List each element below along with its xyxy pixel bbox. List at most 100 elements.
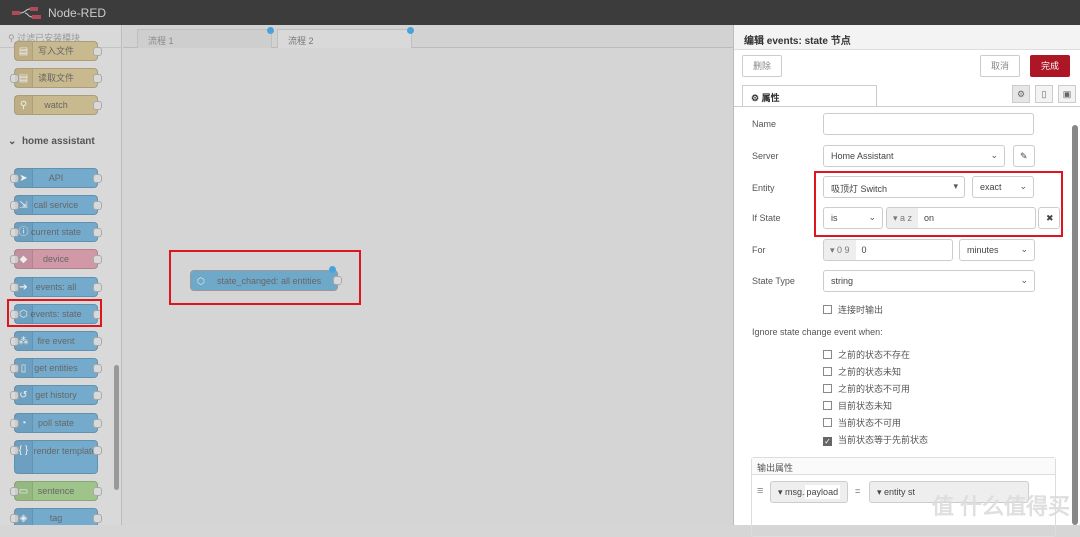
- tab-label: 属性: [761, 93, 780, 103]
- node-label: fire event: [37, 336, 75, 346]
- server-label: Server: [752, 151, 779, 161]
- flow-tabs: 流程 1 流程 2: [123, 25, 733, 48]
- node-icon: ➤: [15, 169, 33, 187]
- node-icon: ◆: [15, 250, 33, 268]
- value-text: entity st: [884, 487, 916, 497]
- msg-prefix: msg.: [785, 487, 805, 497]
- tab-flow-1[interactable]: 流程 1: [137, 27, 274, 48]
- palette-node-get-history[interactable]: ↺ get history: [10, 385, 102, 405]
- node-editor-tray: 编辑 events: state 节点 删除 取消 完成 ⚙ 属性 ⚙ ▯ ▣ …: [733, 25, 1080, 537]
- palette-node-sentence[interactable]: ▭ sentence: [10, 481, 102, 501]
- palette-node-poll-state[interactable]: ◔ poll state: [10, 413, 102, 433]
- palette-node-fire-event[interactable]: ⁂ fire event: [10, 331, 102, 351]
- file-icon: ▤: [15, 69, 33, 87]
- for-input[interactable]: ▾ 0 9 0: [823, 239, 953, 261]
- edit-server-button[interactable]: ✎: [1013, 145, 1035, 167]
- node-label: state_changed: all entities: [217, 276, 322, 286]
- drag-handle-icon[interactable]: ≡: [757, 485, 763, 497]
- type-selector[interactable]: ▾ 0 9: [824, 240, 856, 260]
- cancel-button[interactable]: 取消: [980, 55, 1020, 77]
- ignore-label: Ignore state change event when:: [752, 327, 883, 337]
- node-icon: ◈: [15, 509, 33, 525]
- ignore-option-checkbox[interactable]: 之前的状态不可用: [823, 382, 910, 395]
- property-input[interactable]: ▾ msg. payload: [770, 481, 848, 503]
- pencil-icon: ✎: [1020, 151, 1028, 161]
- done-button[interactable]: 完成: [1030, 55, 1070, 77]
- checkbox-label: 当前状态不可用: [838, 418, 902, 428]
- ignore-option-checkbox[interactable]: 之前的状态不存在: [823, 348, 910, 361]
- name-input[interactable]: [823, 113, 1034, 135]
- node-icon: ⁂: [15, 332, 33, 350]
- node-label: poll state: [37, 418, 75, 428]
- node-label: current state: [30, 227, 82, 237]
- for-value: 0: [861, 245, 867, 255]
- node-icon: ⓘ: [15, 223, 33, 241]
- ignore-option-checkbox[interactable]: 目前状态未知: [823, 399, 892, 412]
- appearance-icon[interactable]: ▣: [1058, 85, 1076, 103]
- node-icon: ⇲: [15, 196, 33, 214]
- node-icon: ◔: [15, 414, 33, 432]
- ignore-option-checkbox[interactable]: ✓ 当前状态等于先前状态: [823, 433, 928, 446]
- node-red-logo-icon: [12, 7, 41, 19]
- equals-sign: =: [855, 486, 861, 496]
- ignore-option-checkbox[interactable]: 当前状态不可用: [823, 416, 901, 429]
- highlight-box: [814, 171, 1063, 237]
- node-label: 写入文件: [37, 46, 74, 56]
- palette-node-get-entities[interactable]: ▯ get entities: [10, 358, 102, 378]
- tab-label: 流程 1: [148, 36, 174, 46]
- node-label: events: all: [35, 282, 77, 292]
- gear-icon[interactable]: ⚙: [1012, 85, 1030, 103]
- node-icon: ▯: [15, 359, 33, 377]
- state-type-select[interactable]: string ⌄: [823, 270, 1035, 292]
- node-label: call service: [33, 200, 79, 210]
- node-icon: ↺: [15, 386, 33, 404]
- palette-scrollbar[interactable]: [114, 365, 119, 490]
- state-type-label: State Type: [752, 276, 795, 286]
- state-type-value: string: [831, 276, 854, 286]
- palette-category-home-assistant[interactable]: ⌄ home assistant: [8, 136, 95, 147]
- palette-node-write-file[interactable]: ▤ 写入文件: [14, 41, 102, 61]
- for-unit-select[interactable]: minutes ⌄: [959, 239, 1035, 261]
- palette-node-read-file[interactable]: ▤ 读取文件: [10, 68, 102, 88]
- output-on-connect-checkbox[interactable]: 连接时输出: [823, 303, 883, 316]
- server-select[interactable]: Home Assistant ⌄: [823, 145, 1005, 167]
- checkbox-label: 之前的状态未知: [838, 367, 902, 377]
- node-label: tag: [49, 513, 63, 523]
- palette-node-watch[interactable]: ⚲ watch: [14, 95, 102, 115]
- delete-button[interactable]: 删除: [742, 55, 782, 77]
- for-label: For: [752, 245, 766, 255]
- palette-node-tag[interactable]: ◈ tag: [10, 508, 102, 525]
- checkbox-label: 之前的状态不存在: [838, 350, 911, 360]
- palette-node-current-state[interactable]: ⓘ current state: [10, 222, 102, 242]
- node-label: get entities: [34, 363, 78, 373]
- node-icon: ➔: [15, 278, 33, 296]
- name-label: Name: [752, 119, 777, 129]
- description-icon[interactable]: ▯: [1035, 85, 1053, 103]
- search-icon: ⚲: [15, 96, 33, 114]
- node-label: 读取文件: [37, 73, 74, 83]
- palette-node-call-service[interactable]: ⇲ call service: [10, 195, 102, 215]
- tab-label: 流程 2: [288, 36, 314, 46]
- node-label: watch: [44, 100, 68, 110]
- node-palette: ⚲ 过滤已安装模块 ▤ 写入文件 ▤ 读取文件 ⚲ watch ⌄ home assi…: [0, 25, 122, 525]
- palette-node-device[interactable]: ◆ device: [10, 249, 102, 269]
- tab-properties[interactable]: ⚙ 属性: [742, 85, 877, 107]
- palette-node-events-all[interactable]: ➔ events: all: [10, 277, 102, 297]
- tab-flow-2[interactable]: 流程 2: [277, 27, 414, 48]
- server-value: Home Assistant: [831, 151, 894, 161]
- events-state-icon: ⬡: [197, 276, 205, 286]
- ignore-option-checkbox[interactable]: 之前的状态未知: [823, 365, 901, 378]
- palette-node-render-template[interactable]: { } render template: [10, 440, 102, 474]
- checkbox-label: 当前状态等于先前状态: [838, 435, 929, 445]
- type-label: 0 9: [837, 245, 850, 255]
- node-label: render template: [33, 446, 97, 456]
- entity-label: Entity: [752, 183, 775, 193]
- checkbox-label: 之前的状态不可用: [838, 384, 911, 394]
- editor-scrollbar[interactable]: [1072, 125, 1078, 525]
- app-title: Node-RED: [48, 6, 107, 20]
- header: Node-RED: [0, 0, 1080, 25]
- flow-node-events-state[interactable]: ⬡ state_changed: all entities: [190, 266, 342, 291]
- checkbox-label: 连接时输出: [838, 305, 884, 315]
- palette-node-api[interactable]: ➤ API: [10, 168, 102, 188]
- file-icon: ▤: [15, 42, 33, 60]
